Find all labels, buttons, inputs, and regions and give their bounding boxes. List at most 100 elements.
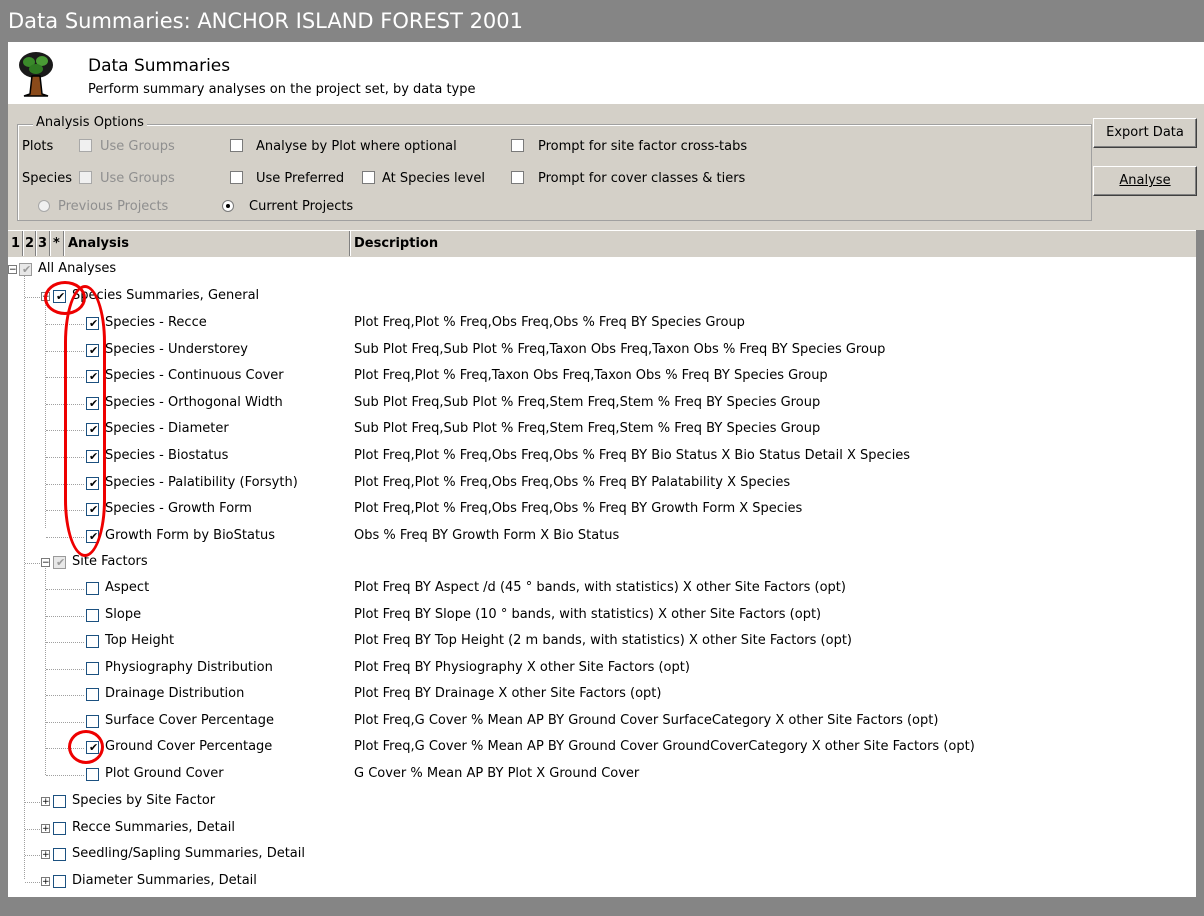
previous-projects-radio[interactable] xyxy=(38,200,50,212)
item-description: Obs % Freq BY Growth Form X Bio Status xyxy=(354,527,620,543)
tree-row-site-item[interactable]: Plot Ground Cover G Cover % Mean AP BY Pl… xyxy=(8,762,1196,788)
species-use-groups-label: Use Groups xyxy=(100,171,175,186)
collapse-icon[interactable]: − xyxy=(41,558,50,568)
item-description: Plot Freq,G Cover % Mean AP BY Ground Co… xyxy=(354,739,975,754)
species-label: Species xyxy=(22,171,73,186)
item-label: Species - Growth Form xyxy=(105,501,252,517)
item-description: Plot Freq BY Physiography X other Site F… xyxy=(354,659,690,675)
item-checkbox[interactable] xyxy=(86,688,99,701)
tree-line xyxy=(25,297,40,298)
item-label: Surface Cover Percentage xyxy=(105,712,274,728)
site-factors-checkbox[interactable]: ✔ xyxy=(53,556,66,569)
item-label: Species - Continuous Cover xyxy=(105,368,284,384)
bottom-frame xyxy=(8,897,1204,916)
tree-row-species-general[interactable]: − ✔ Species Summaries, General xyxy=(8,284,1196,310)
header-subtitle: Perform summary analyses on the project … xyxy=(88,82,476,97)
left-frame xyxy=(0,42,8,916)
all-analyses-checkbox[interactable]: ✔ xyxy=(19,263,32,276)
tree-line xyxy=(46,589,84,590)
tree-line xyxy=(46,774,84,776)
item-label: Species - Orthogonal Width xyxy=(105,394,283,410)
plots-use-groups-label: Use Groups xyxy=(100,139,175,154)
column-2-header[interactable]: 2 xyxy=(23,231,36,256)
analyse-button[interactable]: Analyse xyxy=(1093,166,1197,196)
tree-row-species-item[interactable]: ✔ Species - Biostatus Plot Freq,Plot % Fre… xyxy=(8,444,1196,470)
use-preferred-checkbox[interactable] xyxy=(230,171,243,184)
tree-row-collapsed[interactable]: + Species by Site Factor xyxy=(8,789,1196,815)
item-checkbox[interactable] xyxy=(86,635,99,648)
tree-row-species-item[interactable]: ✔ Species - Growth Form Plot Freq,Plot % F… xyxy=(8,497,1196,523)
column-analysis-header[interactable]: Analysis xyxy=(64,231,350,256)
tree-row-species-item[interactable]: ✔ Species - Orthogonal Width Sub Plot Freq… xyxy=(8,391,1196,417)
item-description: Plot Freq,Plot % Freq,Obs Freq,Obs % Fre… xyxy=(354,448,911,463)
tree-row-species-item[interactable]: ✔ Species - Understorey Sub Plot Freq,Sub … xyxy=(8,338,1196,364)
tree-row-site-item[interactable]: Aspect Plot Freq BY Aspect /d (45 ° bands… xyxy=(8,576,1196,602)
tree-icon xyxy=(19,52,53,97)
item-description: Plot Freq BY Aspect /d (45 ° bands, with… xyxy=(354,580,846,595)
tree-row-site-item[interactable]: Slope Plot Freq BY Slope (10 ° bands, wit… xyxy=(8,603,1196,629)
column-star-header[interactable]: * xyxy=(50,231,64,256)
item-label: Physiography Distribution xyxy=(105,659,273,675)
expand-icon[interactable]: + xyxy=(41,823,50,833)
species-use-groups-checkbox[interactable] xyxy=(79,171,92,184)
item-label: Slope xyxy=(105,606,142,622)
item-label: Species - Biostatus xyxy=(105,448,229,463)
tree-row-species-item[interactable]: ✔ Species - Continuous Cover Plot Freq,Plo… xyxy=(8,364,1196,390)
item-checkbox[interactable] xyxy=(86,714,99,728)
group-checkbox[interactable] xyxy=(53,848,66,861)
column-1-header[interactable]: 1 xyxy=(8,231,23,256)
item-label: Species - Understorey xyxy=(105,341,248,357)
group-checkbox[interactable] xyxy=(53,795,66,808)
prompt-cover-label: Prompt for cover classes & tiers xyxy=(538,171,746,186)
group-checkbox[interactable] xyxy=(53,821,66,835)
item-description: Sub Plot Freq,Sub Plot % Freq,Taxon Obs … xyxy=(354,341,886,357)
item-description: Sub Plot Freq,Sub Plot % Freq,Stem Freq,… xyxy=(354,394,821,410)
tree-line xyxy=(46,668,84,670)
use-preferred-label: Use Preferred xyxy=(256,171,345,186)
item-label: Top Height xyxy=(105,633,175,648)
tree-row-species-item[interactable]: ✔ Species - Palatibility (Forsyth) Plot Fr… xyxy=(8,471,1196,497)
tree-row-collapsed[interactable]: + Seedling/Sapling Summaries, Detail xyxy=(8,842,1196,868)
item-description: G Cover % Mean AP BY Plot X Ground Cover xyxy=(354,765,640,781)
column-3-header[interactable]: 3 xyxy=(36,231,50,256)
plots-use-groups-checkbox[interactable] xyxy=(79,139,92,152)
prompt-site-factor-checkbox[interactable] xyxy=(511,139,524,152)
tree-line xyxy=(46,615,84,617)
item-label: Growth Form by BioStatus xyxy=(105,527,276,543)
item-label: Drainage Distribution xyxy=(105,686,245,701)
item-checkbox[interactable] xyxy=(86,767,99,781)
tree-row-collapsed[interactable]: + Recce Summaries, Detail xyxy=(8,816,1196,842)
item-description: Plot Freq,Plot % Freq,Obs Freq,Obs % Fre… xyxy=(354,501,803,517)
at-species-level-checkbox[interactable] xyxy=(362,171,375,184)
item-label: Species - Diameter xyxy=(105,421,229,437)
current-projects-radio[interactable] xyxy=(222,200,234,212)
tree-row-all[interactable]: − ✔ All Analyses xyxy=(8,257,1196,283)
group-checkbox[interactable] xyxy=(53,874,66,888)
expand-icon[interactable]: + xyxy=(41,797,50,807)
item-checkbox[interactable] xyxy=(86,608,99,622)
tree-row-species-item[interactable]: ✔ Species - Diameter Sub Plot Freq,Sub Plo… xyxy=(8,417,1196,443)
tree-row-species-item[interactable]: ✔ Species - Recce Plot Freq,Plot % Freq,Ob… xyxy=(8,311,1196,337)
tree-row-species-item[interactable]: ✔ Growth Form by BioStatus Obs % Freq BY G… xyxy=(8,524,1196,550)
tree-row-site-item[interactable]: Top Height Plot Freq BY Top Height (2 m b… xyxy=(8,629,1196,655)
tree-label: Seedling/Sapling Summaries, Detail xyxy=(72,846,305,861)
prompt-cover-checkbox[interactable] xyxy=(511,171,524,184)
item-label: Ground Cover Percentage xyxy=(105,739,273,754)
item-checkbox[interactable] xyxy=(86,582,99,595)
tree-row-collapsed[interactable]: + Diameter Summaries, Detail xyxy=(8,869,1196,895)
collapse-icon[interactable]: − xyxy=(8,265,17,275)
tree-row-site-item[interactable]: Drainage Distribution Plot Freq BY Draina… xyxy=(8,682,1196,708)
tree-row-site-factors[interactable]: − ✔ Site Factors xyxy=(8,550,1196,576)
tree-row-site-item[interactable]: ✔ Ground Cover Percentage Plot Freq,G Cove… xyxy=(8,735,1196,761)
analyse-by-plot-checkbox[interactable] xyxy=(230,139,243,152)
tree-row-site-item[interactable]: Surface Cover Percentage Plot Freq,G Cove… xyxy=(8,709,1196,735)
radio-selected-dot xyxy=(226,204,230,208)
tree-row-site-item[interactable]: Physiography Distribution Plot Freq BY Ph… xyxy=(8,656,1196,682)
export-data-button[interactable]: Export Data xyxy=(1093,118,1197,148)
expand-icon[interactable]: + xyxy=(41,850,50,860)
window-title: Data Summaries: ANCHOR ISLAND FOREST 200… xyxy=(0,0,1204,42)
expand-icon[interactable]: + xyxy=(41,876,50,886)
tree-line xyxy=(25,881,40,883)
column-description-header[interactable]: Description xyxy=(350,231,1196,256)
item-checkbox[interactable] xyxy=(86,661,99,675)
